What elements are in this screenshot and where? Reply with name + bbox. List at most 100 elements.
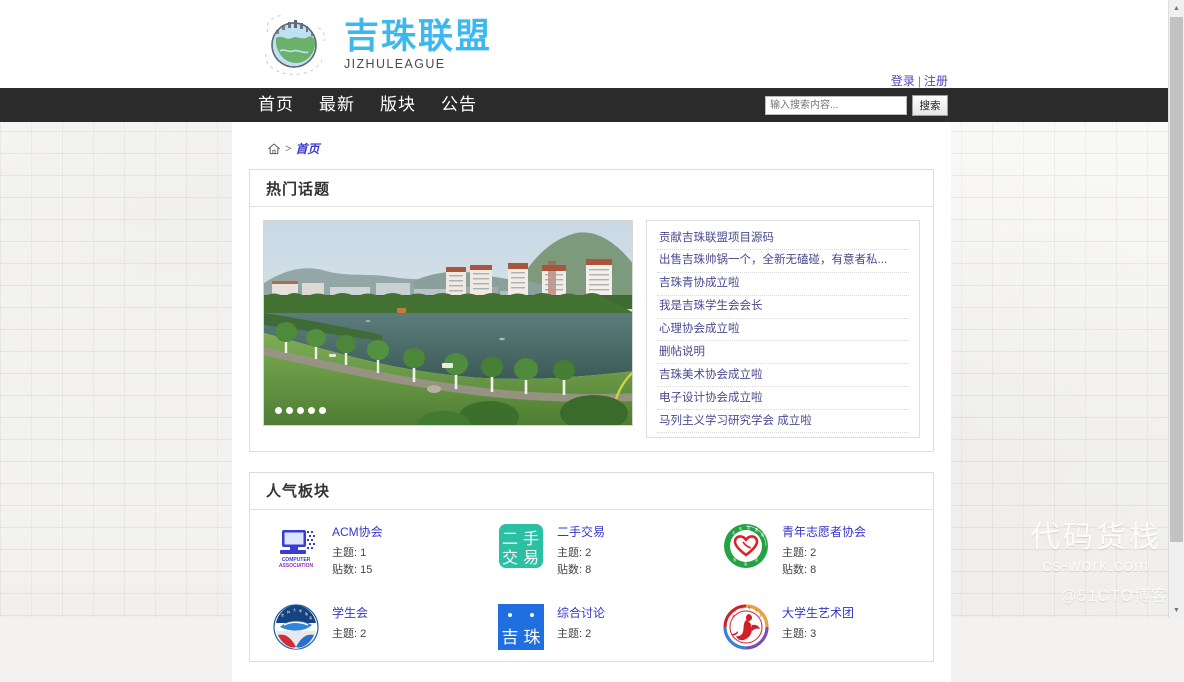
breadcrumb-separator: > bbox=[285, 142, 292, 155]
svg-text:艺: 艺 bbox=[755, 609, 758, 613]
posts-value: 8 bbox=[810, 563, 817, 576]
posts-value: 8 bbox=[585, 563, 592, 576]
svg-text:海: 海 bbox=[309, 615, 312, 620]
board-threads: 主题: 2 bbox=[557, 626, 605, 643]
main-content: > 首页 热门话题 贡献吉珠联盟项目源码 出售吉珠帅锅一个，全新无磕碰，有意者私… bbox=[232, 122, 951, 682]
list-item[interactable]: 我是吉珠学生会会长 bbox=[657, 296, 909, 319]
login-link[interactable]: 登录 bbox=[891, 74, 915, 88]
svg-text:二: 二 bbox=[502, 529, 518, 548]
computer-association-icon: COMPUTER ASSOCIATION bbox=[272, 522, 320, 570]
board-posts: 贴数: 15 bbox=[332, 562, 383, 579]
board-item-general[interactable]: 吉 珠 综合讨论 主题: 2 bbox=[479, 603, 704, 651]
search-button[interactable]: 搜索 bbox=[912, 94, 948, 116]
svg-text:ASSOCIATION: ASSOCIATION bbox=[279, 563, 314, 569]
svg-text:易: 易 bbox=[523, 548, 539, 567]
board-item-secondhand[interactable]: 二 手 交 易 二手交易 主题: 2 贴数: 8 bbox=[479, 522, 704, 579]
svg-text:大: 大 bbox=[293, 607, 296, 612]
board-name-link[interactable]: 大学生艺术团 bbox=[782, 604, 854, 621]
globe-city-icon bbox=[258, 8, 330, 80]
scroll-up-arrow-icon[interactable]: ▲ bbox=[1169, 0, 1184, 16]
svg-text:手: 手 bbox=[523, 529, 539, 548]
home-icon[interactable] bbox=[267, 142, 281, 156]
list-item[interactable]: 马列主义学习研究学会 成立啦 bbox=[657, 410, 909, 433]
auth-separator: | bbox=[917, 74, 921, 88]
board-item-acm[interactable]: COMPUTER ASSOCIATION ACM协会 主题: 1 贴数: 15 bbox=[254, 522, 479, 579]
threads-label: 主题: bbox=[557, 627, 583, 640]
svg-text:珠: 珠 bbox=[305, 611, 308, 616]
list-item[interactable]: 心理协会成立啦 bbox=[657, 319, 909, 342]
svg-text:林: 林 bbox=[287, 609, 290, 614]
list-item[interactable]: 出售吉珠帅锅一个，全新无磕碰，有意者私... bbox=[657, 250, 909, 273]
carousel-dot-2[interactable] bbox=[286, 407, 293, 414]
carousel-dot-1[interactable] bbox=[275, 407, 282, 414]
brand-name-en: JIZHULEAGUE bbox=[344, 57, 446, 72]
board-threads: 主题: 2 bbox=[782, 545, 866, 562]
board-info: 学生会 主题: 2 bbox=[332, 603, 368, 643]
board-name-link[interactable]: 学生会 bbox=[332, 604, 368, 621]
carousel-dot-3[interactable] bbox=[297, 407, 304, 414]
list-item[interactable]: 吉珠美术协会成立啦 bbox=[657, 364, 909, 388]
board-posts: 贴数: 8 bbox=[557, 562, 605, 579]
threads-value: 1 bbox=[360, 546, 367, 559]
brand-name-cn: 吉珠联盟 bbox=[344, 16, 493, 56]
svg-text:生: 生 bbox=[748, 606, 751, 610]
threads-label: 主题: bbox=[332, 546, 358, 559]
search-input[interactable] bbox=[765, 95, 907, 115]
list-item[interactable]: 贡献吉珠联盟项目源码 bbox=[657, 227, 909, 250]
nav-item-home[interactable]: 首页 bbox=[258, 88, 294, 122]
board-item-art-troupe[interactable]: 大学生 艺术 团 大学生艺术团 主题: 3 bbox=[704, 603, 929, 651]
posts-label: 贴数: bbox=[332, 563, 358, 576]
svg-text:团: 团 bbox=[732, 614, 735, 618]
auth-links: 登录 | 注册 bbox=[891, 72, 948, 89]
board-threads: 主题: 2 bbox=[332, 626, 368, 643]
register-link[interactable]: 注册 bbox=[924, 74, 948, 88]
board-posts: 贴数: 8 bbox=[782, 562, 866, 579]
nav-item-forums[interactable]: 版块 bbox=[380, 88, 416, 122]
volunteer-heart-icon: 青年 志愿者 协会志 bbox=[722, 522, 770, 570]
carousel-dots[interactable] bbox=[275, 407, 326, 414]
carousel-dot-5[interactable] bbox=[319, 407, 326, 414]
nav-item-announcements[interactable]: 公告 bbox=[441, 88, 477, 122]
threads-label: 主题: bbox=[782, 627, 808, 640]
posts-value: 15 bbox=[360, 563, 373, 576]
threads-label: 主题: bbox=[332, 627, 358, 640]
board-name-link[interactable]: 二手交易 bbox=[557, 523, 605, 540]
posts-label: 贴数: bbox=[782, 563, 808, 576]
board-item-volunteer[interactable]: 青年 志愿者 协会志 青年志愿者协会 主题: 2 贴数: 8 bbox=[704, 522, 929, 579]
board-info: 二手交易 主题: 2 贴数: 8 bbox=[557, 522, 605, 579]
hot-topics-title: 热门话题 bbox=[250, 170, 933, 207]
scroll-down-arrow-icon[interactable]: ▼ bbox=[1169, 602, 1184, 618]
board-info: 青年志愿者协会 主题: 2 贴数: 8 bbox=[782, 522, 866, 579]
hero-carousel[interactable] bbox=[263, 220, 633, 426]
board-info: 综合讨论 主题: 2 bbox=[557, 603, 605, 643]
hot-topics-panel: 热门话题 贡献吉珠联盟项目源码 出售吉珠帅锅一个，全新无磕碰，有意者私... 吉… bbox=[249, 169, 934, 452]
list-item[interactable]: 电子设计协会成立啦 bbox=[657, 387, 909, 410]
site-header: 吉珠联盟 JIZHULEAGUE 登录 | 注册 bbox=[0, 0, 1170, 88]
campus-lake-photo bbox=[264, 221, 632, 425]
board-item-student-union[interactable]: 吉林大 学珠海 学生会 主题: 2 bbox=[254, 603, 479, 651]
board-name-link[interactable]: ACM协会 bbox=[332, 523, 383, 540]
board-threads: 主题: 1 bbox=[332, 545, 383, 562]
svg-text:术: 术 bbox=[759, 614, 762, 618]
carousel-dot-4[interactable] bbox=[308, 407, 315, 414]
svg-text:愿: 愿 bbox=[755, 527, 758, 532]
board-name-link[interactable]: 青年志愿者协会 bbox=[782, 523, 866, 540]
list-item[interactable]: 吉珠青协成立啦 bbox=[657, 273, 909, 296]
scrollbar-thumb[interactable] bbox=[1170, 17, 1183, 542]
svg-text:吉: 吉 bbox=[502, 628, 519, 648]
art-troupe-icon: 大学生 艺术 团 bbox=[722, 603, 770, 651]
list-item[interactable]: 删帖说明 bbox=[657, 341, 909, 365]
main-navbar: 首页 最新 版块 公告 搜索 bbox=[0, 88, 1170, 122]
board-grid: COMPUTER ASSOCIATION ACM协会 主题: 1 贴数: 15 bbox=[250, 510, 933, 661]
vertical-scrollbar[interactable]: ▲ ▼ bbox=[1168, 0, 1184, 618]
svg-text:交: 交 bbox=[502, 548, 518, 567]
threads-value: 2 bbox=[810, 546, 817, 559]
threads-value: 2 bbox=[585, 627, 592, 640]
svg-text:大: 大 bbox=[734, 609, 737, 613]
search-area: 搜索 bbox=[765, 88, 948, 122]
nav-item-latest[interactable]: 最新 bbox=[319, 88, 355, 122]
board-name-link[interactable]: 综合讨论 bbox=[557, 604, 605, 621]
board-threads: 主题: 3 bbox=[782, 626, 854, 643]
breadcrumb-current[interactable]: 首页 bbox=[295, 140, 319, 157]
site-logo[interactable]: 吉珠联盟 JIZHULEAGUE bbox=[258, 8, 492, 80]
